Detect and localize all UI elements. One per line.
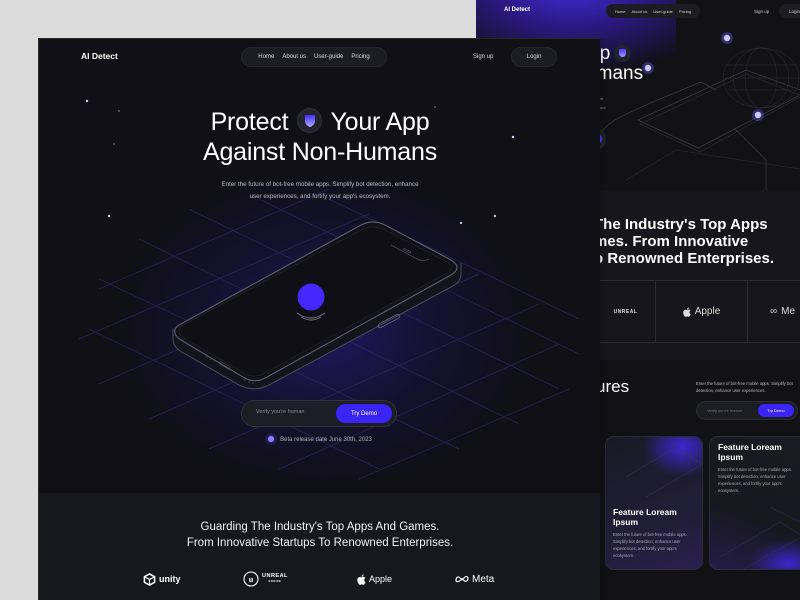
back-nav-about[interactable]: About us bbox=[632, 9, 648, 14]
nav-link-pricing[interactable]: Pricing bbox=[351, 54, 369, 60]
unity-logo-icon bbox=[143, 572, 156, 586]
verify-human-input[interactable] bbox=[256, 409, 336, 415]
back-features-description: Enter the future of bot-free mobile apps… bbox=[696, 381, 793, 393]
navbar: AI Detect Home About us User-guide Prici… bbox=[39, 39, 600, 75]
back-logo-meta: ∞ Me bbox=[748, 281, 800, 342]
back-partners-heading: The Industry's Top Apps mes. From Innova… bbox=[594, 216, 775, 267]
back-nav-links: Home About us User-guide Pricing bbox=[606, 4, 700, 18]
apple-logo-icon bbox=[357, 573, 366, 585]
logo[interactable]: AI Detect bbox=[81, 51, 118, 61]
demo-form: Try Demo bbox=[241, 400, 397, 427]
meta-logo-icon: ∞ bbox=[770, 306, 778, 317]
partners-section: Guarding The Industry's Top Apps And Gam… bbox=[39, 493, 600, 600]
back-partner-logo-grid: UNREAL Apple ∞ Me bbox=[596, 280, 800, 343]
shield-icon bbox=[297, 108, 323, 133]
back-nav-guide[interactable]: User-guide bbox=[653, 9, 673, 14]
feature-card[interactable]: Feature Loream Ipsum Enter the future of… bbox=[709, 436, 800, 570]
beta-release-note: Beta release date June 30th, 2023 bbox=[39, 436, 600, 443]
partner-logos: unity u UNREAL ENGINE Apple Meta bbox=[39, 569, 600, 589]
back-try-demo-button[interactable]: Try Demo bbox=[758, 404, 794, 417]
nav-link-home[interactable]: Home bbox=[258, 54, 274, 60]
back-demo-form: Verify you're human Try Demo bbox=[696, 401, 798, 420]
nav-link-about[interactable]: About us bbox=[282, 54, 306, 60]
phone-illustration bbox=[172, 221, 462, 390]
feature-card[interactable]: Feature Loream Ipsum Enter the future of… bbox=[605, 436, 703, 570]
nav-link-user-guide[interactable]: User-guide bbox=[314, 54, 343, 60]
back-logo[interactable]: AI Detect bbox=[504, 7, 530, 13]
nav-links: Home About us User-guide Pricing bbox=[241, 47, 387, 67]
landing-page: AI Detect Home About us User-guide Prici… bbox=[38, 38, 600, 600]
back-shield-icon bbox=[614, 45, 632, 63]
login-button[interactable]: Login bbox=[511, 47, 557, 67]
star bbox=[85, 99, 89, 103]
try-demo-button[interactable]: Try Demo bbox=[336, 404, 392, 423]
back-login-button[interactable]: Login bbox=[779, 4, 800, 18]
back-logo-apple: Apple bbox=[656, 281, 748, 342]
back-nav-home[interactable]: Home bbox=[615, 9, 626, 14]
partner-logo-apple: Apple bbox=[357, 569, 392, 589]
status-dot-icon bbox=[268, 436, 275, 442]
back-navbar: AI Detect Home About us User-guide Prici… bbox=[476, 0, 800, 26]
meta-logo-icon bbox=[455, 575, 469, 583]
partners-heading: Guarding The Industry's Top Apps And Gam… bbox=[186, 521, 454, 549]
signup-link[interactable]: Sign up bbox=[473, 54, 493, 60]
back-signup-link[interactable]: Sign up bbox=[754, 9, 769, 14]
partner-logo-unity: unity bbox=[143, 569, 181, 589]
hero-title: Protect Your App Against Non-Humans bbox=[202, 108, 437, 166]
svg-text:u: u bbox=[249, 575, 254, 584]
detect-button-icon bbox=[297, 283, 325, 311]
star bbox=[107, 214, 111, 218]
back-nav-pricing[interactable]: Pricing bbox=[679, 9, 691, 14]
hero-subtitle: Enter the future of bot-free mobile apps… bbox=[221, 181, 419, 200]
star bbox=[493, 214, 497, 218]
partner-logo-unreal: u UNREAL ENGINE bbox=[243, 569, 288, 589]
unreal-logo-icon: u bbox=[243, 571, 259, 587]
partner-logo-meta: Meta bbox=[455, 569, 494, 589]
apple-logo-icon bbox=[682, 306, 691, 317]
back-demo-input[interactable]: Verify you're human bbox=[707, 408, 742, 413]
